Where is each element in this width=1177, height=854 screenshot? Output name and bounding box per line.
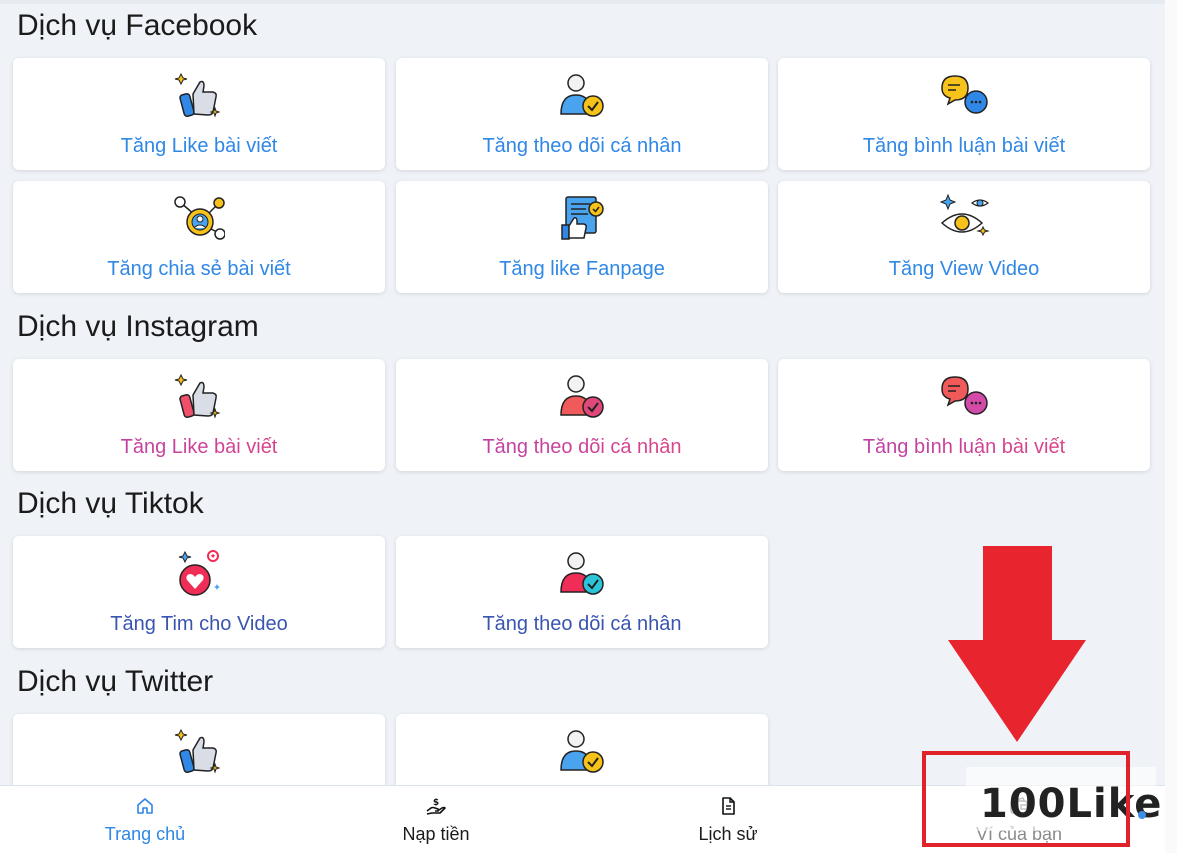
watermark-dot xyxy=(1138,811,1146,819)
card-label: Tăng bình luận bài viết xyxy=(862,135,1066,157)
user-follow-icon xyxy=(556,548,608,600)
card-ig-comment[interactable]: Tăng bình luận bài viết xyxy=(778,359,1150,471)
card-label: Tăng Tim cho Video xyxy=(110,613,288,635)
card-label: Tăng Like bài viết xyxy=(13,435,385,459)
card-tt-follow[interactable]: Tăng theo dõi cá nhân xyxy=(396,536,768,648)
comment-bubbles-icon xyxy=(938,70,990,122)
card-tt-heart-video[interactable]: Tăng Tim cho Video xyxy=(13,536,385,648)
comment-bubbles-icon xyxy=(938,371,990,423)
nav-label: Lịch sử xyxy=(698,824,758,844)
card-label: Tăng View Video xyxy=(888,258,1040,280)
card-fb-follow[interactable]: Tăng theo dõi cá nhân xyxy=(396,58,768,170)
card-label: Tăng chia sẻ bài viết xyxy=(107,258,291,280)
share-network-icon xyxy=(173,193,225,245)
thumbs-up-icon xyxy=(173,726,225,778)
card-fb-view-video[interactable]: Tăng View Video xyxy=(778,181,1150,293)
card-fb-like-post[interactable]: Tăng Like bài viết xyxy=(13,58,385,170)
red-arrow-down-icon xyxy=(948,546,1086,742)
card-label: Tăng theo dõi cá nhân xyxy=(482,135,682,157)
highlight-frame xyxy=(922,751,1130,847)
user-follow-icon xyxy=(556,726,608,778)
card-label: Tăng like Fanpage xyxy=(499,258,665,280)
section-title-twitter: Dịch vụ Twitter xyxy=(17,665,214,698)
eye-view-icon xyxy=(938,193,990,245)
deposit-hand-icon: $ xyxy=(426,796,446,816)
card-fb-share[interactable]: Tăng chia sẻ bài viết xyxy=(13,181,385,293)
user-follow-icon xyxy=(556,371,608,423)
nav-item-deposit[interactable]: $ Nạp tiền xyxy=(291,786,581,854)
card-ig-follow[interactable]: Tăng theo dõi cá nhân xyxy=(396,359,768,471)
heart-icon xyxy=(173,548,225,600)
card-ig-like-post[interactable]: Tăng Like bài viết xyxy=(13,359,385,471)
top-strip xyxy=(0,0,1165,4)
nav-item-home[interactable]: Trang chủ xyxy=(0,786,290,854)
section-title-facebook: Dịch vụ Facebook xyxy=(17,9,258,42)
card-fb-comment[interactable]: Tăng bình luận bài viết xyxy=(778,58,1150,170)
nav-label: Nạp tiền xyxy=(402,824,470,844)
nav-label: Trang chủ xyxy=(104,824,186,844)
scrollbar[interactable] xyxy=(1165,0,1177,853)
document-icon xyxy=(718,796,738,816)
card-label: Tăng bình luận bài viết xyxy=(778,435,1150,459)
card-label: Tăng theo dõi cá nhân xyxy=(482,613,682,635)
thumbs-up-icon xyxy=(173,371,225,423)
card-label: Tăng Like bài viết xyxy=(120,135,278,157)
card-fb-fanpage[interactable]: Tăng like Fanpage xyxy=(396,181,768,293)
fanpage-like-icon xyxy=(556,193,608,245)
card-label: Tăng theo dõi cá nhân xyxy=(396,435,768,459)
thumbs-up-icon xyxy=(173,70,225,122)
home-icon xyxy=(135,796,155,816)
nav-item-history[interactable]: Lịch sử xyxy=(583,786,873,854)
svg-text:$: $ xyxy=(433,798,439,808)
user-follow-icon xyxy=(556,70,608,122)
section-title-tiktok: Dịch vụ Tiktok xyxy=(17,487,204,520)
section-title-instagram: Dịch vụ Instagram xyxy=(17,310,259,343)
